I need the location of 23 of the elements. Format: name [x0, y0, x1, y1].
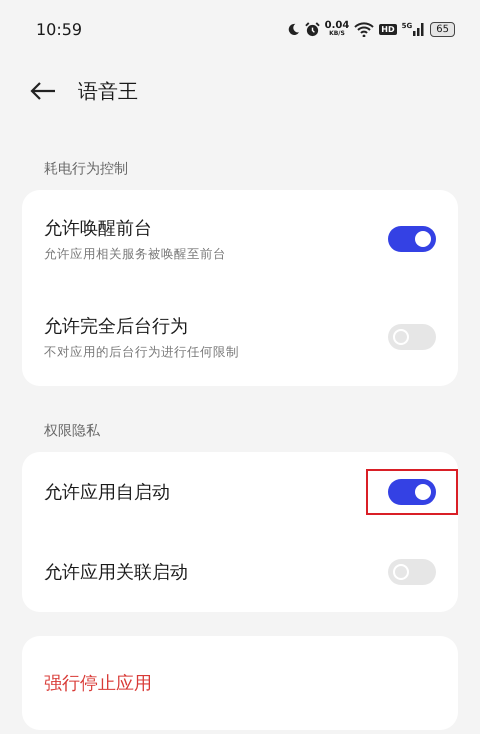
signal-icon [413, 22, 426, 36]
section-label: 权限隐私 [43, 422, 101, 441]
toggle-switch[interactable] [388, 226, 436, 252]
section-label: 耗电行为控制 [43, 160, 129, 179]
toggle-switch[interactable] [388, 324, 436, 350]
speed-value: 0.04 [324, 21, 350, 31]
toggle-switch[interactable] [388, 559, 436, 585]
setting-title: 允许完全后台行为 [44, 314, 189, 338]
toggle-switch[interactable] [388, 479, 436, 505]
page-title: 语音王 [78, 78, 138, 104]
alarm-icon [304, 22, 320, 36]
setting-description: 允许应用相关服务被唤醒至前台 [44, 246, 227, 262]
wifi-icon [354, 22, 374, 36]
moon-icon [286, 22, 300, 36]
setting-description: 不对应用的后台行为进行任何限制 [44, 344, 240, 360]
battery-indicator: 65 [430, 22, 455, 36]
clock-time: 10:59 [36, 20, 82, 38]
hd-badge: HD [379, 24, 397, 34]
force-stop-link[interactable]: 强行停止应用 [44, 671, 152, 695]
setting-title: 允许应用关联启动 [44, 561, 189, 584]
setting-title: 允许唤醒前台 [44, 216, 153, 240]
back-arrow-icon[interactable] [30, 82, 56, 100]
setting-title: 允许应用自启动 [44, 481, 171, 504]
